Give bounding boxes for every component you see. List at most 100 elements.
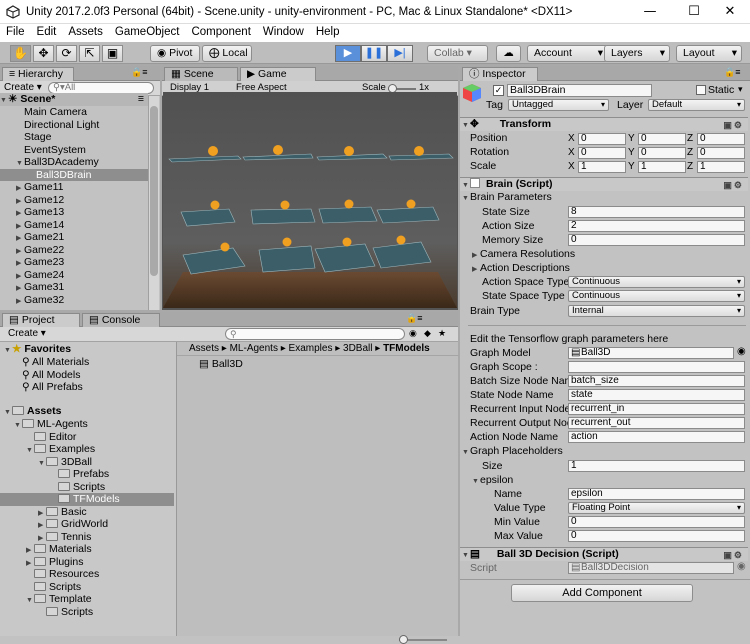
favorites-root[interactable]: ▼★ Favorites [0,343,71,356]
expand-arrow-icon[interactable]: ▼ [472,475,480,488]
tab-console[interactable]: ▤ Console [82,313,160,327]
expand-arrow-icon[interactable]: ▶ [472,263,480,276]
breadcrumb-current[interactable]: TFModels [383,343,430,354]
folder-item[interactable]: ▼ Template [0,593,92,606]
hierarchy-item[interactable]: EventSystem [0,144,86,157]
recurrent-in-input[interactable]: recurrent_in [568,403,745,415]
game-viewport[interactable] [163,92,457,308]
breadcrumb-item[interactable]: ML-Agents [230,343,278,354]
position-z-field[interactable]: 0 [697,133,745,145]
component-enabled-checkbox[interactable] [470,178,480,188]
size-field[interactable]: 1 [568,460,745,472]
graph-placeholders-foldout[interactable]: ▼Graph Placeholders [460,445,748,459]
assets-root[interactable]: ▼ Assets [0,405,61,418]
hierarchy-item-ball3dbrain[interactable]: Ball3DBrain [0,168,148,181]
rotate-tool-icon[interactable]: ⟳ [56,45,77,62]
folder-item[interactable]: Prefabs [0,468,109,481]
folder-item[interactable]: ▶ Materials [0,543,92,556]
menu-edit[interactable]: Edit [31,24,63,38]
rotation-x-field[interactable]: 0 [578,147,626,159]
gameobject-name-input[interactable]: Ball3DBrain [507,84,652,97]
folder-item[interactable]: Scripts [0,606,93,619]
hierarchy-item-game[interactable]: ▶ Game13 [0,206,64,219]
tag-dropdown[interactable]: Untagged [508,99,609,111]
close-button[interactable]: ✕ [710,0,750,24]
hierarchy-item-game[interactable]: ▶ Game22 [0,244,64,257]
hierarchy-item[interactable]: Stage [0,131,51,144]
folder-item[interactable]: ▶ Basic [0,506,87,519]
minimize-button[interactable]: — [630,0,670,24]
tab-project[interactable]: ▤ Project [2,313,80,327]
graph-model-field[interactable]: ▤ Ball3D [568,347,734,359]
menu-gameobject[interactable]: GameObject [109,24,186,38]
epsilon-foldout[interactable]: ▼epsilon [460,474,748,488]
scale-y-field[interactable]: 1 [638,161,686,173]
gear-icon[interactable]: ▣⚙ [723,119,744,132]
camera-resolutions-foldout[interactable]: ▶ Camera Resolutions [460,248,748,262]
scale-slider[interactable] [388,84,416,93]
step-button-icon[interactable]: ▶| [387,45,413,62]
lock-icon[interactable]: 🔒≡ [724,67,740,78]
chevron-down-icon[interactable]: ▾ [738,84,743,95]
scrollbar-thumb[interactable] [150,106,158,276]
hierarchy-scrollbar[interactable] [148,96,159,310]
tab-inspector[interactable]: ⓘ Inspector [462,67,538,81]
scale-x-field[interactable]: 1 [578,161,626,173]
action-descriptions-foldout[interactable]: ▶ Action Descriptions [460,262,748,276]
hierarchy-item-game[interactable]: ▶ Game14 [0,219,64,232]
folder-item[interactable]: ▶ Plugins [0,556,83,569]
folder-item[interactable]: ▼ 3DBall [0,456,92,469]
layer-dropdown[interactable]: Default [648,99,745,111]
expand-arrow-icon[interactable]: ▶ [16,296,24,308]
hierarchy-item-game[interactable]: ▶ Game31 [0,281,64,294]
lock-icon[interactable]: 🔒≡ [131,67,147,78]
max-value-field[interactable]: 0 [568,530,745,542]
add-component-button[interactable]: Add Component [511,584,693,602]
rotation-z-field[interactable]: 0 [697,147,745,159]
tab-hierarchy[interactable]: ≡ Hierarchy [2,67,74,81]
icon-size-slider[interactable] [399,635,447,644]
project-search-input[interactable]: ⚲ [225,328,405,340]
hierarchy-item[interactable]: Directional Light [0,119,99,132]
folder-item[interactable]: ▶ Tennis [0,531,91,544]
breadcrumb-item[interactable]: Assets [189,343,219,354]
object-picker-icon[interactable]: ◉ [737,346,746,357]
star-icon[interactable]: ★ [438,328,446,339]
brain-parameters-foldout[interactable]: ▼Brain Parameters [460,191,748,205]
batch-size-input[interactable]: batch_size [568,375,745,387]
state-size-field[interactable]: 8 [568,206,745,218]
hierarchy-item-game[interactable]: ▶ Game21 [0,231,64,244]
scale-tool-icon[interactable]: ⇱ [79,45,100,62]
rect-tool-icon[interactable]: ▣ [102,45,123,62]
menu-file[interactable]: File [0,24,31,38]
action-space-dropdown[interactable]: Continuous [568,276,745,288]
hierarchy-item[interactable]: Main Camera [0,106,87,119]
graph-scope-input[interactable] [568,361,745,373]
hierarchy-item-game[interactable]: ▶ Game32 [0,294,64,307]
folder-item[interactable]: ▶ GridWorld [0,518,108,531]
lock-icon[interactable]: 🔒≡ [406,313,422,324]
collab-button[interactable]: Collab ▾ [427,45,488,62]
expand-arrow-icon[interactable]: ▼ [462,119,470,132]
hierarchy-item-game[interactable]: ▶ Game23 [0,256,64,269]
file-item[interactable]: ▤ Ball3D [177,358,243,371]
play-button-icon[interactable]: ▶ [335,45,361,62]
tab-scene[interactable]: ▦ Scene [164,67,238,81]
cloud-icon[interactable]: ☁ [496,45,521,62]
menu-component[interactable]: Component [185,24,256,38]
action-node-input[interactable]: action [568,431,745,443]
layout-dropdown[interactable]: Layout ▾ [676,45,742,62]
value-type-dropdown[interactable]: Floating Point [568,502,745,514]
position-y-field[interactable]: 0 [638,133,686,145]
label-icon[interactable]: ◆ [424,328,431,339]
folder-item[interactable]: ▼ ML-Agents [0,418,88,431]
pivot-toggle[interactable]: ◉ Pivot [150,45,200,62]
expand-arrow-icon[interactable]: ▼ [462,192,470,205]
menu-help[interactable]: Help [310,24,346,38]
pause-button-icon[interactable]: ❚❚ [361,45,387,62]
folder-item[interactable]: Editor [0,431,76,444]
rotation-y-field[interactable]: 0 [638,147,686,159]
active-checkbox[interactable]: ✓ [493,85,504,96]
hierarchy-item-game[interactable]: ▶ Game24 [0,269,64,282]
scene-root[interactable]: ▼☀ Scene* ≡ [0,93,148,106]
